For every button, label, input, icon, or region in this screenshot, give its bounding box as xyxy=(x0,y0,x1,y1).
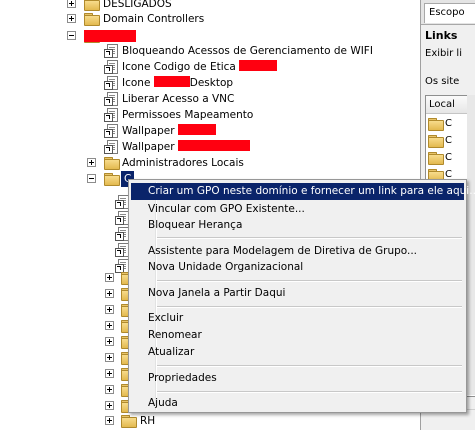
expand-icon[interactable] xyxy=(105,337,114,346)
menu-item-new-window[interactable]: Nova Janela a Partir Daqui xyxy=(131,285,464,302)
tree-node-label: RH xyxy=(140,415,156,427)
menu-item-rename[interactable]: Renomear xyxy=(131,327,464,344)
menu-separator xyxy=(157,365,462,367)
gpo-link-label-start: Icone xyxy=(122,77,154,89)
tree-node-child-ou[interactable] xyxy=(0,398,137,414)
tree-node-domain-controllers[interactable]: Domain Controllers xyxy=(0,11,300,27)
tree-node-child-ou[interactable] xyxy=(0,318,137,334)
tree-node-rh[interactable]: RH xyxy=(0,413,200,429)
expand-icon[interactable] xyxy=(105,416,114,425)
menu-separator xyxy=(157,237,462,239)
expand-icon[interactable] xyxy=(105,273,114,282)
ou-folder-icon xyxy=(121,415,137,428)
tree-node-redacted-ou[interactable] xyxy=(0,28,300,44)
tree-node-gpo-link[interactable]: Icone Codigo de Etica xyxy=(0,59,300,75)
gpo-link-label: Wallpaper xyxy=(122,125,178,137)
redaction-block xyxy=(84,30,136,42)
expand-icon[interactable] xyxy=(105,289,114,298)
tab-strip: Escopo xyxy=(421,0,475,25)
tree-node-gpo-link[interactable]: Permissoes Mapeamento xyxy=(0,107,300,123)
grid-cell: C xyxy=(445,118,452,129)
gpo-link-icon xyxy=(115,243,129,257)
folder-icon xyxy=(428,118,444,131)
expand-icon[interactable] xyxy=(105,353,114,362)
folder-icon xyxy=(428,152,444,165)
tab-escopo[interactable]: Escopo xyxy=(424,3,475,23)
gpo-link-label: Permissoes Mapeamento xyxy=(122,109,254,121)
vertical-scrollbar[interactable] xyxy=(467,95,475,395)
gpo-link-icon xyxy=(115,227,129,241)
gpo-link-icon xyxy=(115,211,129,225)
tree-node-child-ou[interactable] xyxy=(0,382,137,398)
gpo-link-icon xyxy=(115,195,129,209)
tree-node-child-ou[interactable] xyxy=(0,286,137,302)
gpo-link-label: Icone Codigo de Etica xyxy=(122,61,240,73)
tree-node-gpo-link[interactable]: Wallpaper xyxy=(0,123,300,139)
menu-item-modeling-wizard[interactable]: Assistente para Modelagem de Diretiva de… xyxy=(131,243,464,260)
tree-node-gpo-link[interactable]: Liberar Acesso a VNC xyxy=(0,91,300,107)
menu-item-new-ou[interactable]: Nova Unidade Organizacional xyxy=(131,259,464,276)
gpo-link-label: Wallpaper xyxy=(122,141,178,153)
menu-item-block-inheritance[interactable]: Bloquear Herança xyxy=(131,217,464,234)
expand-icon[interactable] xyxy=(105,321,114,330)
menu-item-delete[interactable]: Excluir xyxy=(131,310,464,327)
context-menu: Criar um GPO neste domínio e fornecer um… xyxy=(128,179,475,413)
expand-icon[interactable] xyxy=(105,369,114,378)
folder-icon xyxy=(428,135,444,148)
collapse-icon[interactable] xyxy=(67,31,76,40)
expand-icon[interactable] xyxy=(67,0,76,8)
grid-cell: C xyxy=(445,135,452,146)
gpo-link-icon xyxy=(104,140,118,154)
tree-node-gpo-link[interactable]: Bloqueando Acessos de Gerenciamento de W… xyxy=(0,43,373,59)
menu-item-link-existing-gpo[interactable]: Vincular com GPO Existente... xyxy=(131,201,464,218)
redaction-block xyxy=(177,140,250,151)
links-heading: Links xyxy=(425,29,458,42)
gpo-link-icon xyxy=(104,124,118,138)
expand-icon[interactable] xyxy=(87,158,96,167)
expand-icon[interactable] xyxy=(105,305,114,314)
grid-cell: C xyxy=(445,152,452,163)
collapse-icon[interactable] xyxy=(87,174,96,183)
tree-node-administradores-locais[interactable]: Administradores Locais xyxy=(0,155,300,171)
menu-item-help[interactable]: Ajuda xyxy=(131,395,464,412)
tree-node-gpo-link[interactable]: Wallpaper xyxy=(0,139,300,155)
gpo-link-label: Bloqueando Acessos de Gerenciamento de W… xyxy=(122,45,373,57)
redaction-block xyxy=(239,60,278,71)
menu-item-properties[interactable]: Propriedades xyxy=(131,370,464,387)
menu-item-create-gpo-and-link[interactable]: Criar um GPO neste domínio e fornecer um… xyxy=(131,183,475,200)
tree-node-label: Administradores Locais xyxy=(122,157,244,169)
gpo-link-icon xyxy=(104,108,118,122)
gpo-link-label-end: Desktop xyxy=(189,77,234,89)
tree-node-child-ou[interactable] xyxy=(0,270,137,286)
redaction-block xyxy=(177,124,216,135)
menu-separator xyxy=(157,280,462,282)
ou-folder-icon xyxy=(84,0,100,11)
menu-item-refresh[interactable]: Atualizar xyxy=(131,344,464,361)
redaction-block xyxy=(153,76,190,87)
os-sites-label: Os site xyxy=(425,76,460,87)
exibir-label: Exibir li xyxy=(425,48,462,59)
gpo-link-icon xyxy=(104,76,118,90)
ou-folder-icon xyxy=(104,173,120,186)
menu-separator xyxy=(157,306,462,308)
tree-node-gpo-link[interactable]: Icone Desktop xyxy=(0,75,300,91)
tree-node-child-ou[interactable] xyxy=(0,350,137,366)
ou-folder-icon xyxy=(104,157,120,170)
gpo-link-label: Liberar Acesso a VNC xyxy=(122,93,235,105)
tree-node-child-ou[interactable] xyxy=(0,366,137,382)
gpo-link-icon xyxy=(104,60,118,74)
expand-icon[interactable] xyxy=(105,385,114,394)
expand-icon[interactable] xyxy=(105,401,114,410)
gpo-link-icon xyxy=(104,44,118,58)
tree-node-label: Domain Controllers xyxy=(103,13,205,25)
ou-folder-icon xyxy=(84,13,100,26)
expand-icon[interactable] xyxy=(67,14,76,23)
tree-node-child-ou[interactable] xyxy=(0,334,137,350)
gpo-link-icon xyxy=(104,92,118,106)
tree-node-child-ou[interactable] xyxy=(0,302,137,318)
menu-separator xyxy=(157,391,462,393)
